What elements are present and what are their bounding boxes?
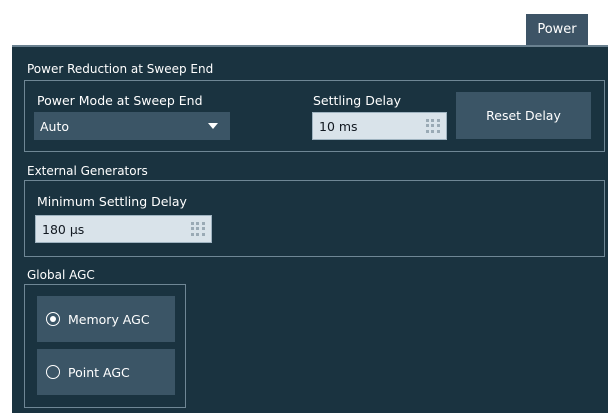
min-settling-field[interactable]: 180 µs <box>35 215 212 243</box>
memory-agc-option[interactable]: Memory AGC <box>37 296 175 342</box>
external-generators-title: External Generators <box>27 164 148 178</box>
reset-delay-button[interactable]: Reset Delay <box>456 92 591 139</box>
point-agc-option[interactable]: Point AGC <box>37 349 175 395</box>
keypad-icon[interactable] <box>191 222 205 236</box>
min-settling-label: Minimum Settling Delay <box>37 194 187 209</box>
power-reduction-title: Power Reduction at Sweep End <box>27 62 214 76</box>
power-mode-dropdown[interactable]: Auto <box>34 112 230 140</box>
panel-divider <box>12 45 608 47</box>
memory-agc-label: Memory AGC <box>68 311 150 327</box>
min-settling-value: 180 µs <box>42 221 85 237</box>
keypad-icon[interactable] <box>426 119 440 133</box>
radio-unselected-icon <box>46 365 60 379</box>
global-agc-title: Global AGC <box>27 268 95 282</box>
settling-delay-value: 10 ms <box>319 118 358 134</box>
radio-selected-icon <box>46 312 60 326</box>
chevron-down-icon <box>208 123 218 129</box>
power-mode-label: Power Mode at Sweep End <box>37 93 203 108</box>
settling-delay-field[interactable]: 10 ms <box>312 112 447 140</box>
tab-power[interactable]: Power <box>526 14 588 45</box>
power-mode-value: Auto <box>40 118 70 134</box>
point-agc-label: Point AGC <box>68 364 130 380</box>
settling-delay-label: Settling Delay <box>313 93 402 108</box>
